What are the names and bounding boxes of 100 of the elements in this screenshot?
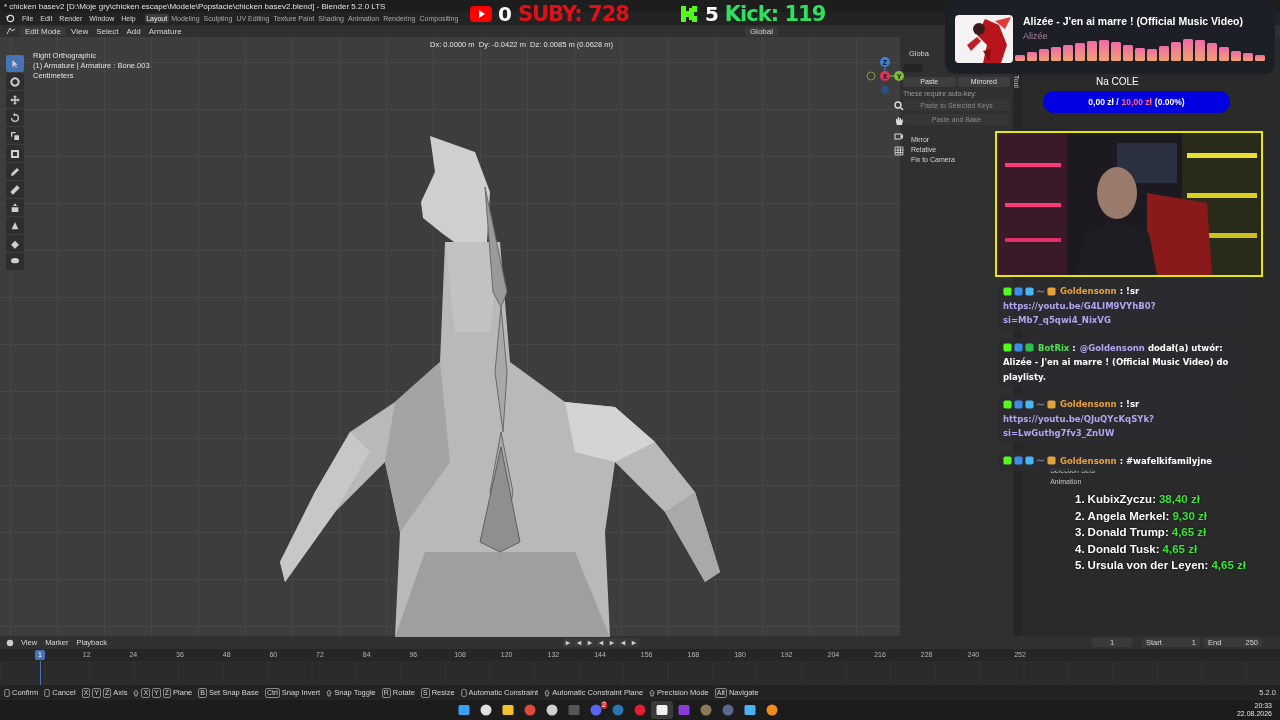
song-artist: Alizée bbox=[1023, 31, 1049, 41]
message-text: : !sr bbox=[1119, 285, 1140, 298]
reverse-icon bbox=[575, 639, 582, 646]
rank-number: 4. bbox=[1075, 541, 1085, 557]
user-mention[interactable]: @Goldensonn bbox=[1079, 340, 1145, 355]
mouse-icon bbox=[44, 688, 51, 697]
kick-badge-icon bbox=[1003, 399, 1012, 409]
ruler-icon bbox=[9, 183, 21, 196]
cube-badge-icon bbox=[1025, 456, 1034, 466]
donation-amount: 9,30 zł bbox=[1172, 508, 1207, 524]
play-icon bbox=[608, 639, 615, 646]
check-badge-icon bbox=[1025, 343, 1034, 353]
message-link[interactable]: https://youtu.be/QJuQYcKqSYk? bbox=[1003, 411, 1155, 426]
play-icon bbox=[564, 639, 571, 646]
playback-control-button[interactable] bbox=[617, 638, 628, 647]
tool-button[interactable] bbox=[6, 199, 24, 216]
tool-button[interactable] bbox=[6, 145, 24, 162]
counter-label: Kick: 119 bbox=[724, 2, 826, 26]
mode-dropdown[interactable]: Edit Mode bbox=[20, 26, 67, 36]
donor-name: Donald Trump: bbox=[1087, 525, 1169, 541]
crown-badge-icon bbox=[1047, 456, 1056, 466]
chat-username[interactable]: Goldensonn bbox=[1060, 397, 1117, 412]
rank-number: 2. bbox=[1075, 508, 1085, 524]
donor-name: KubixZyczu: bbox=[1087, 492, 1156, 507]
donation-goal-bar: 0,00 zł / 10,00 zł (0.00%) bbox=[1043, 91, 1230, 113]
cube-badge-icon bbox=[1025, 399, 1034, 409]
donation-amount: 38,40 zł bbox=[1158, 492, 1200, 507]
zoom-icon[interactable] bbox=[894, 101, 904, 111]
menu-item[interactable]: View bbox=[68, 26, 92, 36]
tool-button[interactable] bbox=[6, 235, 24, 252]
message-text: : #wafelkifamilyjne bbox=[1119, 454, 1213, 468]
window-title: * chicken basev2 [D:\Moje gry\chicken escape\Modele\Popstacie\chicken basev2.blend] - Blender 5.2.0 LTS bbox=[4, 1, 386, 11]
grid-icon[interactable] bbox=[894, 146, 904, 156]
kick-badge-icon bbox=[1003, 286, 1012, 296]
playback-control-button[interactable] bbox=[606, 638, 617, 647]
crown-badge-icon bbox=[1047, 399, 1056, 409]
playback-control-button[interactable] bbox=[562, 638, 573, 647]
message-text: Alizée - J'en ai marre ! (Official Music Video) do playlisty. bbox=[1003, 356, 1230, 384]
donor-name: Donald Tusk: bbox=[1087, 541, 1160, 557]
counter-value: 0 bbox=[498, 2, 512, 26]
menu-item[interactable]: Add bbox=[123, 26, 144, 36]
tool-button[interactable] bbox=[6, 109, 24, 126]
tool-button[interactable] bbox=[6, 127, 24, 144]
chat-username[interactable]: Goldensonn bbox=[1060, 453, 1117, 468]
kick-badge-icon bbox=[1003, 456, 1012, 466]
reverse-icon bbox=[597, 639, 604, 646]
message-text: dodał(a) utwór: bbox=[1147, 341, 1223, 355]
move-arrows-icon bbox=[9, 93, 21, 106]
pencil-icon bbox=[9, 165, 21, 178]
playback-control-button[interactable] bbox=[628, 638, 639, 647]
tool-button[interactable] bbox=[6, 253, 24, 270]
hand-icon[interactable] bbox=[894, 116, 904, 126]
cube-badge-icon bbox=[1025, 286, 1034, 296]
youtube-logo-icon bbox=[470, 6, 492, 22]
tool-button[interactable] bbox=[6, 181, 24, 198]
menu-item[interactable]: Select bbox=[93, 26, 122, 36]
pencil-badge-icon bbox=[1014, 399, 1023, 409]
tool-button[interactable] bbox=[6, 73, 24, 90]
rank-number: 3. bbox=[1075, 525, 1085, 541]
extrude-icon bbox=[9, 201, 21, 214]
rotate-icon bbox=[9, 111, 21, 124]
donor-name: Ursula von der Leyen: bbox=[1087, 558, 1209, 574]
transform-icon bbox=[9, 147, 21, 160]
play-icon bbox=[586, 639, 593, 646]
mouse-icon bbox=[460, 688, 467, 697]
message-link[interactable]: si=Mb7_q5qwi4_NixVG bbox=[1003, 313, 1111, 328]
search-field[interactable] bbox=[902, 64, 923, 72]
tool-button[interactable] bbox=[6, 91, 24, 108]
rank-number: 1. bbox=[1075, 492, 1085, 507]
shift-key-icon bbox=[649, 688, 656, 697]
orientation-dropdown[interactable]: Global bbox=[744, 26, 778, 36]
pencil-badge-icon bbox=[1014, 343, 1023, 353]
pencil-badge-icon bbox=[1014, 456, 1023, 466]
kick-badge-icon bbox=[1003, 343, 1012, 353]
donation-amount: 4,65 zł bbox=[1211, 558, 1246, 574]
shift-key-icon bbox=[544, 688, 551, 697]
playback-control-button[interactable] bbox=[573, 638, 584, 647]
message-link[interactable]: si=LwGuthg7fv3_ZnUW bbox=[1003, 426, 1115, 441]
blender-logo-icon[interactable] bbox=[4, 14, 15, 23]
message-link[interactable]: https://youtu.be/G4LIM9VYhB0? bbox=[1003, 298, 1156, 313]
counter-value: 5 bbox=[704, 2, 719, 26]
chat-username[interactable]: Goldensonn bbox=[1060, 284, 1117, 299]
playback-control-button[interactable] bbox=[595, 638, 606, 647]
taskbar-button[interactable] bbox=[651, 701, 674, 719]
chat-username[interactable]: BotRix bbox=[1038, 340, 1070, 355]
play-icon bbox=[630, 639, 637, 646]
crown-badge-icon bbox=[1047, 286, 1056, 296]
message-text: : bbox=[1072, 341, 1076, 355]
menu-item[interactable]: Armature bbox=[145, 26, 185, 36]
scale-icon bbox=[9, 129, 21, 142]
message-text: : !sr bbox=[1119, 398, 1140, 411]
tool-button[interactable] bbox=[6, 217, 24, 234]
donation-amount: 4,65 zł bbox=[1162, 541, 1198, 557]
cursor-ring-icon bbox=[9, 75, 21, 88]
playback-control-button[interactable] bbox=[584, 638, 595, 647]
camera-icon[interactable] bbox=[894, 131, 904, 141]
donor-name: Angela Merkel: bbox=[1087, 508, 1170, 524]
shift-key-icon bbox=[133, 688, 140, 697]
donation-amount: 4,65 zł bbox=[1171, 525, 1207, 541]
tool-button[interactable] bbox=[6, 163, 24, 180]
